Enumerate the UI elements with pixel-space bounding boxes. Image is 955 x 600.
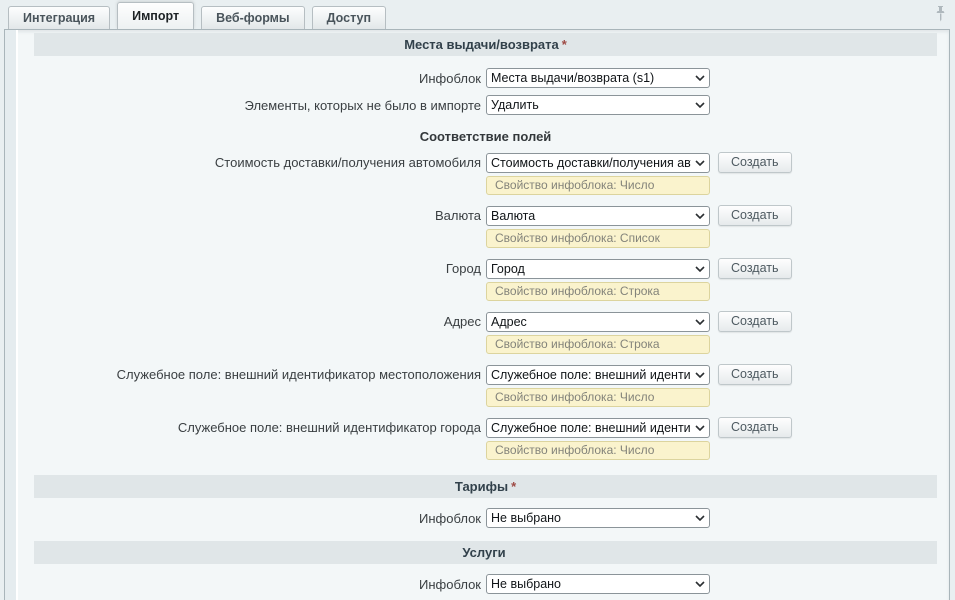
required-mark: * [511,479,516,494]
infoblock-property-note: Свойство инфоблока: Число [486,388,710,407]
mapping-note-row: Свойство инфоблока: Число [34,441,937,460]
mapping-select-currency[interactable]: Валюта [486,206,710,226]
tab-integration[interactable]: Интеграция [8,6,110,29]
import-settings-form: Места выдачи/возврата* Инфоблок Места вы… [20,30,949,594]
panel-left-gutter [5,30,18,600]
mapping-row-currency: Валюта Валюта Создать [34,205,937,226]
form-row-tariffs-infoblock: Инфоблок Не выбрано [34,508,937,528]
field-label: Служебное поле: внешний идентификатор ме… [34,367,481,382]
required-mark: * [562,37,567,52]
mapping-note-row: Свойство инфоблока: Строка [34,282,937,301]
field-label: Инфоблок [34,511,481,526]
create-button[interactable]: Создать [718,258,792,279]
create-button[interactable]: Создать [718,205,792,226]
mapping-select-location-external-id[interactable]: Служебное поле: внешний идентификатор ме… [486,365,710,385]
tab-web-forms[interactable]: Веб-формы [201,6,305,29]
mapping-select-address[interactable]: Адрес [486,312,710,332]
mapping-note-row: Свойство инфоблока: Число [34,176,937,195]
import-settings-panel: Места выдачи/возврата* Инфоблок Места вы… [4,29,950,600]
infoblock-property-note: Свойство инфоблока: Строка [486,282,710,301]
mapping-row-city: Город Город Создать [34,258,937,279]
mapping-select-delivery-cost[interactable]: Стоимость доставки/получения автомобиля [486,153,710,173]
mapping-select-city-external-id[interactable]: Служебное поле: внешний идентификатор го… [486,418,710,438]
field-label: Адрес [34,314,481,329]
mapping-note-row: Свойство инфоблока: Строка [34,335,937,354]
mapping-note-row: Свойство инфоблока: Список [34,229,937,248]
field-mapping-subheader: Соответствие полей [34,129,937,144]
section-header-places: Места выдачи/возврата* [34,33,937,56]
infoblock-select[interactable]: Места выдачи/возврата (s1) [486,68,710,88]
section-title: Тарифы [455,479,508,494]
field-label: Инфоблок [34,577,481,592]
section-title: Места выдачи/возврата [404,37,559,52]
field-label: Служебное поле: внешний идентификатор го… [34,420,481,435]
mapping-note-row: Свойство инфоблока: Число [34,388,937,407]
tariffs-infoblock-select[interactable]: Не выбрано [486,508,710,528]
infoblock-property-note: Свойство инфоблока: Строка [486,335,710,354]
mapping-row-delivery-cost: Стоимость доставки/получения автомобиля … [34,152,937,173]
field-label: Стоимость доставки/получения автомобиля [34,155,481,170]
field-label: Инфоблок [34,71,481,86]
services-infoblock-select[interactable]: Не выбрано [486,574,710,594]
infoblock-property-note: Свойство инфоблока: Число [486,176,710,195]
section-title: Услуги [462,545,505,560]
mapping-row-address: Адрес Адрес Создать [34,311,937,332]
infoblock-property-note: Свойство инфоблока: Число [486,441,710,460]
tab-access[interactable]: Доступ [312,6,386,29]
mapping-row-location-external-id: Служебное поле: внешний идентификатор ме… [34,364,937,385]
missing-elements-select[interactable]: Удалить [486,95,710,115]
create-button[interactable]: Создать [718,311,792,332]
section-header-services: Услуги [34,541,937,564]
create-button[interactable]: Создать [718,152,792,173]
field-label: Элементы, которых не было в импорте [34,98,481,113]
mapping-select-city[interactable]: Город [486,259,710,279]
create-button[interactable]: Создать [718,417,792,438]
field-label: Город [34,261,481,276]
form-row-missing-elements: Элементы, которых не было в импорте Удал… [34,95,937,115]
form-row-services-infoblock: Инфоблок Не выбрано [34,574,937,594]
create-button[interactable]: Создать [718,364,792,385]
field-label: Валюта [34,208,481,223]
tab-import[interactable]: Импорт [117,2,194,29]
pushpin-icon[interactable] [934,5,947,22]
section-header-tariffs: Тарифы* [34,475,937,498]
infoblock-property-note: Свойство инфоблока: Список [486,229,710,248]
mapping-row-city-external-id: Служебное поле: внешний идентификатор го… [34,417,937,438]
form-row-infoblock: Инфоблок Места выдачи/возврата (s1) [34,68,937,88]
tab-bar: Интеграция Импорт Веб-формы Доступ [0,0,955,29]
